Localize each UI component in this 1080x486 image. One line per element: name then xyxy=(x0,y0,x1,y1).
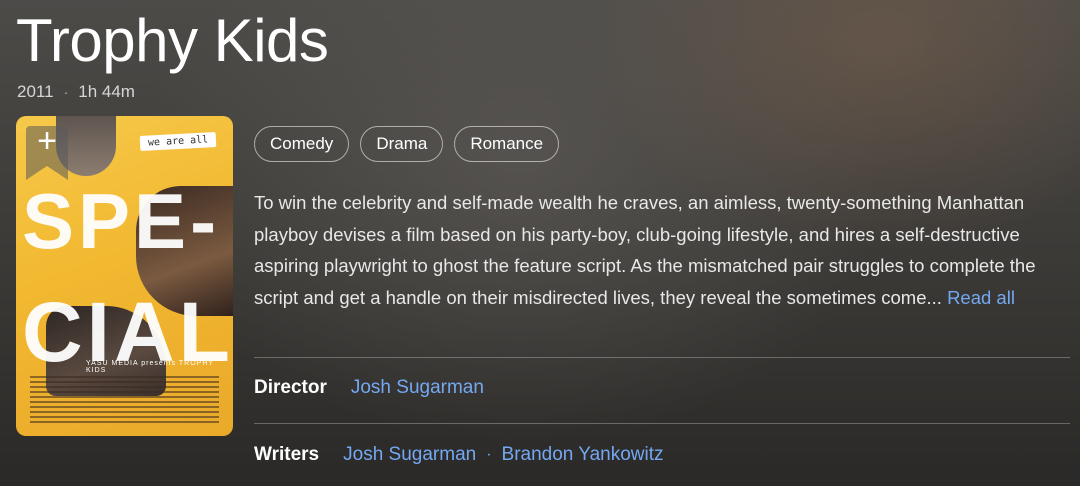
director-label: Director xyxy=(254,377,327,398)
watchlist-ribbon xyxy=(26,166,68,180)
poster-studio-line: YASU MEDIA presents TROPHY KIDS xyxy=(86,360,214,374)
movie-meta: 2011 · 1h 44m xyxy=(17,82,135,102)
meta-separator-dot: · xyxy=(63,84,69,100)
plot-text: To win the celebrity and self-made wealt… xyxy=(254,192,1036,308)
director-row: Director Josh Sugarman xyxy=(254,377,484,399)
read-all-link[interactable]: Read all xyxy=(947,287,1015,308)
plot-description: To win the celebrity and self-made wealt… xyxy=(254,187,1069,313)
movie-title: Trophy Kids xyxy=(16,7,329,74)
add-to-watchlist-button[interactable]: + xyxy=(26,122,68,166)
poster-tagline: we are all xyxy=(139,132,217,151)
writers-separator-dot: · xyxy=(486,446,492,463)
writer-link-2[interactable]: Brandon Yankowitz xyxy=(502,444,664,466)
writer-link-1[interactable]: Josh Sugarman xyxy=(343,444,476,466)
divider-middle xyxy=(254,423,1070,424)
release-year: 2011 xyxy=(17,82,54,101)
director-link[interactable]: Josh Sugarman xyxy=(351,377,484,399)
movie-poster[interactable]: we are all SPE- CIAL YASU MEDIA presents… xyxy=(16,116,233,436)
genre-chip-comedy[interactable]: Comedy xyxy=(254,126,350,162)
genre-chips: Comedy Drama Romance xyxy=(254,126,560,162)
divider-top xyxy=(254,357,1070,358)
writers-label: Writers xyxy=(254,444,320,465)
writers-row: Writers Josh Sugarman · Brandon Yankowit… xyxy=(254,444,664,466)
poster-credits-block xyxy=(30,376,219,426)
plus-icon: + xyxy=(37,122,57,160)
genre-chip-romance[interactable]: Romance xyxy=(454,126,560,162)
runtime: 1h 44m xyxy=(78,82,135,101)
genre-chip-drama[interactable]: Drama xyxy=(360,126,444,162)
poster-big-text-1: SPE- xyxy=(22,177,221,265)
